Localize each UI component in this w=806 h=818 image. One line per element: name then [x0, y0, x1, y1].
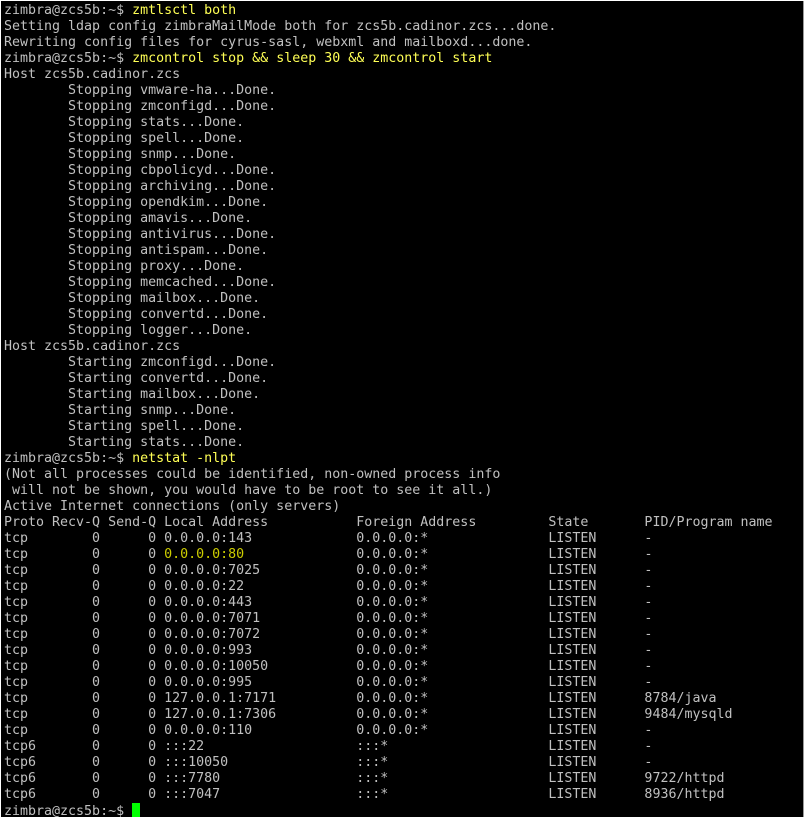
output-line: Stopping proxy...Done.	[4, 259, 245, 274]
output-line: tcp 0 0 0.0.0.0:995 0.0.0.0:* LISTEN -	[4, 675, 653, 690]
terminal-output: zimbra@zcs5b:~$ zmtlsctl both Setting lda…	[4, 3, 773, 817]
output-line: Stopping memcached...Done.	[4, 275, 277, 290]
output-line: tcp6 0 0 :::7047 :::* LISTEN 8936/httpd	[4, 787, 725, 802]
output-line: Stopping vmware-ha...Done.	[4, 83, 277, 98]
output-line: Stopping logger...Done.	[4, 323, 253, 338]
output-line: Stopping stats...Done.	[4, 115, 245, 130]
output-line: tcp 0 0 0.0.0.0:7071 0.0.0.0:* LISTEN -	[4, 611, 653, 626]
output-line: Stopping convertd...Done.	[4, 307, 269, 322]
output-line: Starting mailbox...Done.	[4, 387, 261, 402]
output-line: tcp6 0 0 :::7780 :::* LISTEN 9722/httpd	[4, 771, 725, 786]
output-line: tcp 0 0 0.0.0.0:143 0.0.0.0:* LISTEN -	[4, 531, 653, 546]
output-line: Stopping snmp...Done.	[4, 147, 237, 162]
output-line: Stopping spell...Done.	[4, 131, 245, 146]
output-line: tcp6 0 0 :::10050 :::* LISTEN -	[4, 755, 653, 770]
output-line: Stopping cbpolicyd...Done.	[4, 163, 277, 178]
output-line: tcp 0 0 0.0.0.0:993 0.0.0.0:* LISTEN -	[4, 643, 653, 658]
output-text: 0.0.0.0:* LISTEN -	[244, 547, 653, 562]
terminal-window[interactable]: zimbra@zcs5b:~$ zmtlsctl both Setting lda…	[1, 1, 804, 817]
text-cursor[interactable]	[132, 803, 141, 817]
output-line: tcp 0 0 0.0.0.0:7025 0.0.0.0:* LISTEN -	[4, 563, 653, 578]
command-text: zmcontrol stop && sleep 30 && zmcontrol …	[132, 51, 493, 66]
command-line: zimbra@zcs5b:~$ netstat -nlpt	[4, 451, 773, 467]
output-line: tcp 0 0 0.0.0.0:10050 0.0.0.0:* LISTEN -	[4, 659, 653, 674]
output-line: Stopping opendkim...Done.	[4, 195, 269, 210]
output-line: Stopping zmconfigd...Done.	[4, 99, 277, 114]
shell-prompt: zimbra@zcs5b:~$	[4, 804, 133, 817]
output-line: tcp 0 0 127.0.0.1:7171 0.0.0.0:* LISTEN …	[4, 691, 717, 706]
output-text: tcp 0 0	[4, 547, 165, 562]
output-line: Stopping archiving...Done.	[4, 179, 277, 194]
command-line: zimbra@zcs5b:~$ zmtlsctl both	[4, 3, 773, 19]
output-line: Stopping amavis...Done.	[4, 211, 253, 226]
output-line: Host zcs5b.cadinor.zcs	[4, 67, 181, 82]
shell-prompt: zimbra@zcs5b:~$	[4, 451, 133, 466]
output-line: Setting ldap config zimbraMailMode both …	[4, 19, 557, 34]
active-prompt-line: zimbra@zcs5b:~$	[4, 803, 773, 817]
output-line: Stopping mailbox...Done.	[4, 291, 261, 306]
output-line: Stopping antivirus...Done.	[4, 227, 277, 242]
output-line: tcp 0 0 0.0.0.0:22 0.0.0.0:* LISTEN -	[4, 579, 653, 594]
command-line: zimbra@zcs5b:~$ zmcontrol stop && sleep …	[4, 51, 773, 67]
output-line: Active Internet connections (only server…	[4, 499, 341, 514]
output-line: Starting stats...Done.	[4, 435, 245, 450]
output-line: Host zcs5b.cadinor.zcs	[4, 339, 181, 354]
output-line: tcp6 0 0 :::22 :::* LISTEN -	[4, 739, 653, 754]
command-text: zmtlsctl both	[132, 3, 237, 18]
output-line: Starting convertd...Done.	[4, 371, 269, 386]
highlighted-address: 0.0.0.0:80	[164, 547, 245, 562]
shell-prompt: zimbra@zcs5b:~$	[4, 3, 133, 18]
output-line: tcp 0 0 0.0.0.0:443 0.0.0.0:* LISTEN -	[4, 595, 653, 610]
output-line: Starting snmp...Done.	[4, 403, 237, 418]
output-line: will not be shown, you would have to be …	[4, 483, 493, 498]
output-line: tcp 0 0 0.0.0.0:7072 0.0.0.0:* LISTEN -	[4, 627, 653, 642]
output-line: Rewriting config files for cyrus-sasl, w…	[4, 35, 533, 50]
netstat-row: tcp 0 0 0.0.0.0:80 0.0.0.0:* LISTEN -	[4, 547, 773, 563]
output-line: Stopping antispam...Done.	[4, 243, 269, 258]
output-line: tcp 0 0 0.0.0.0:110 0.0.0.0:* LISTEN -	[4, 723, 653, 738]
shell-prompt: zimbra@zcs5b:~$	[4, 51, 133, 66]
output-line: (Not all processes could be identified, …	[4, 467, 501, 482]
command-text: netstat -nlpt	[132, 451, 237, 466]
output-line: Starting zmconfigd...Done.	[4, 355, 277, 370]
output-line: tcp 0 0 127.0.0.1:7306 0.0.0.0:* LISTEN …	[4, 707, 733, 722]
output-line: Starting spell...Done.	[4, 419, 245, 434]
output-line: Proto Recv-Q Send-Q Local Address Foreig…	[4, 515, 773, 530]
